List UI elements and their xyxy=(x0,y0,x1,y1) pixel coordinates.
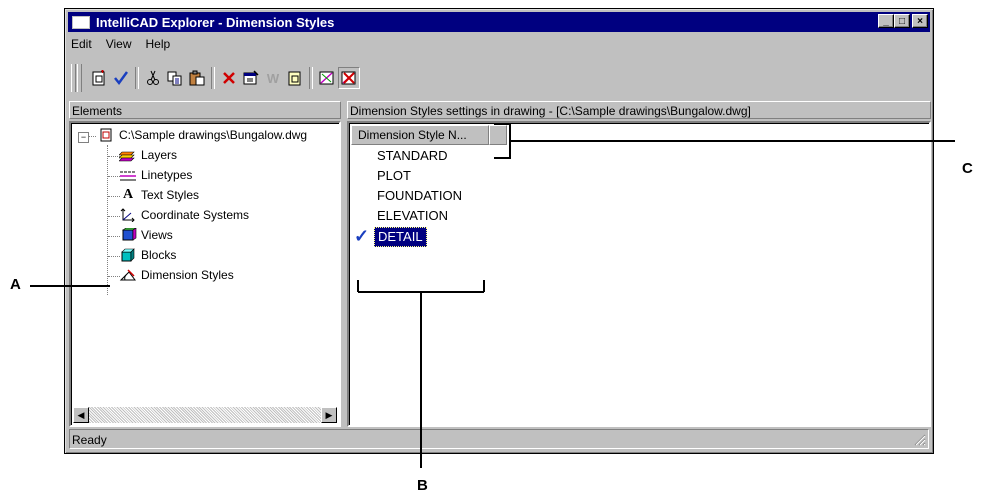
callout-lines xyxy=(30,123,955,468)
callout-b-bracket xyxy=(357,280,485,468)
callout-c-bracket xyxy=(494,123,955,159)
